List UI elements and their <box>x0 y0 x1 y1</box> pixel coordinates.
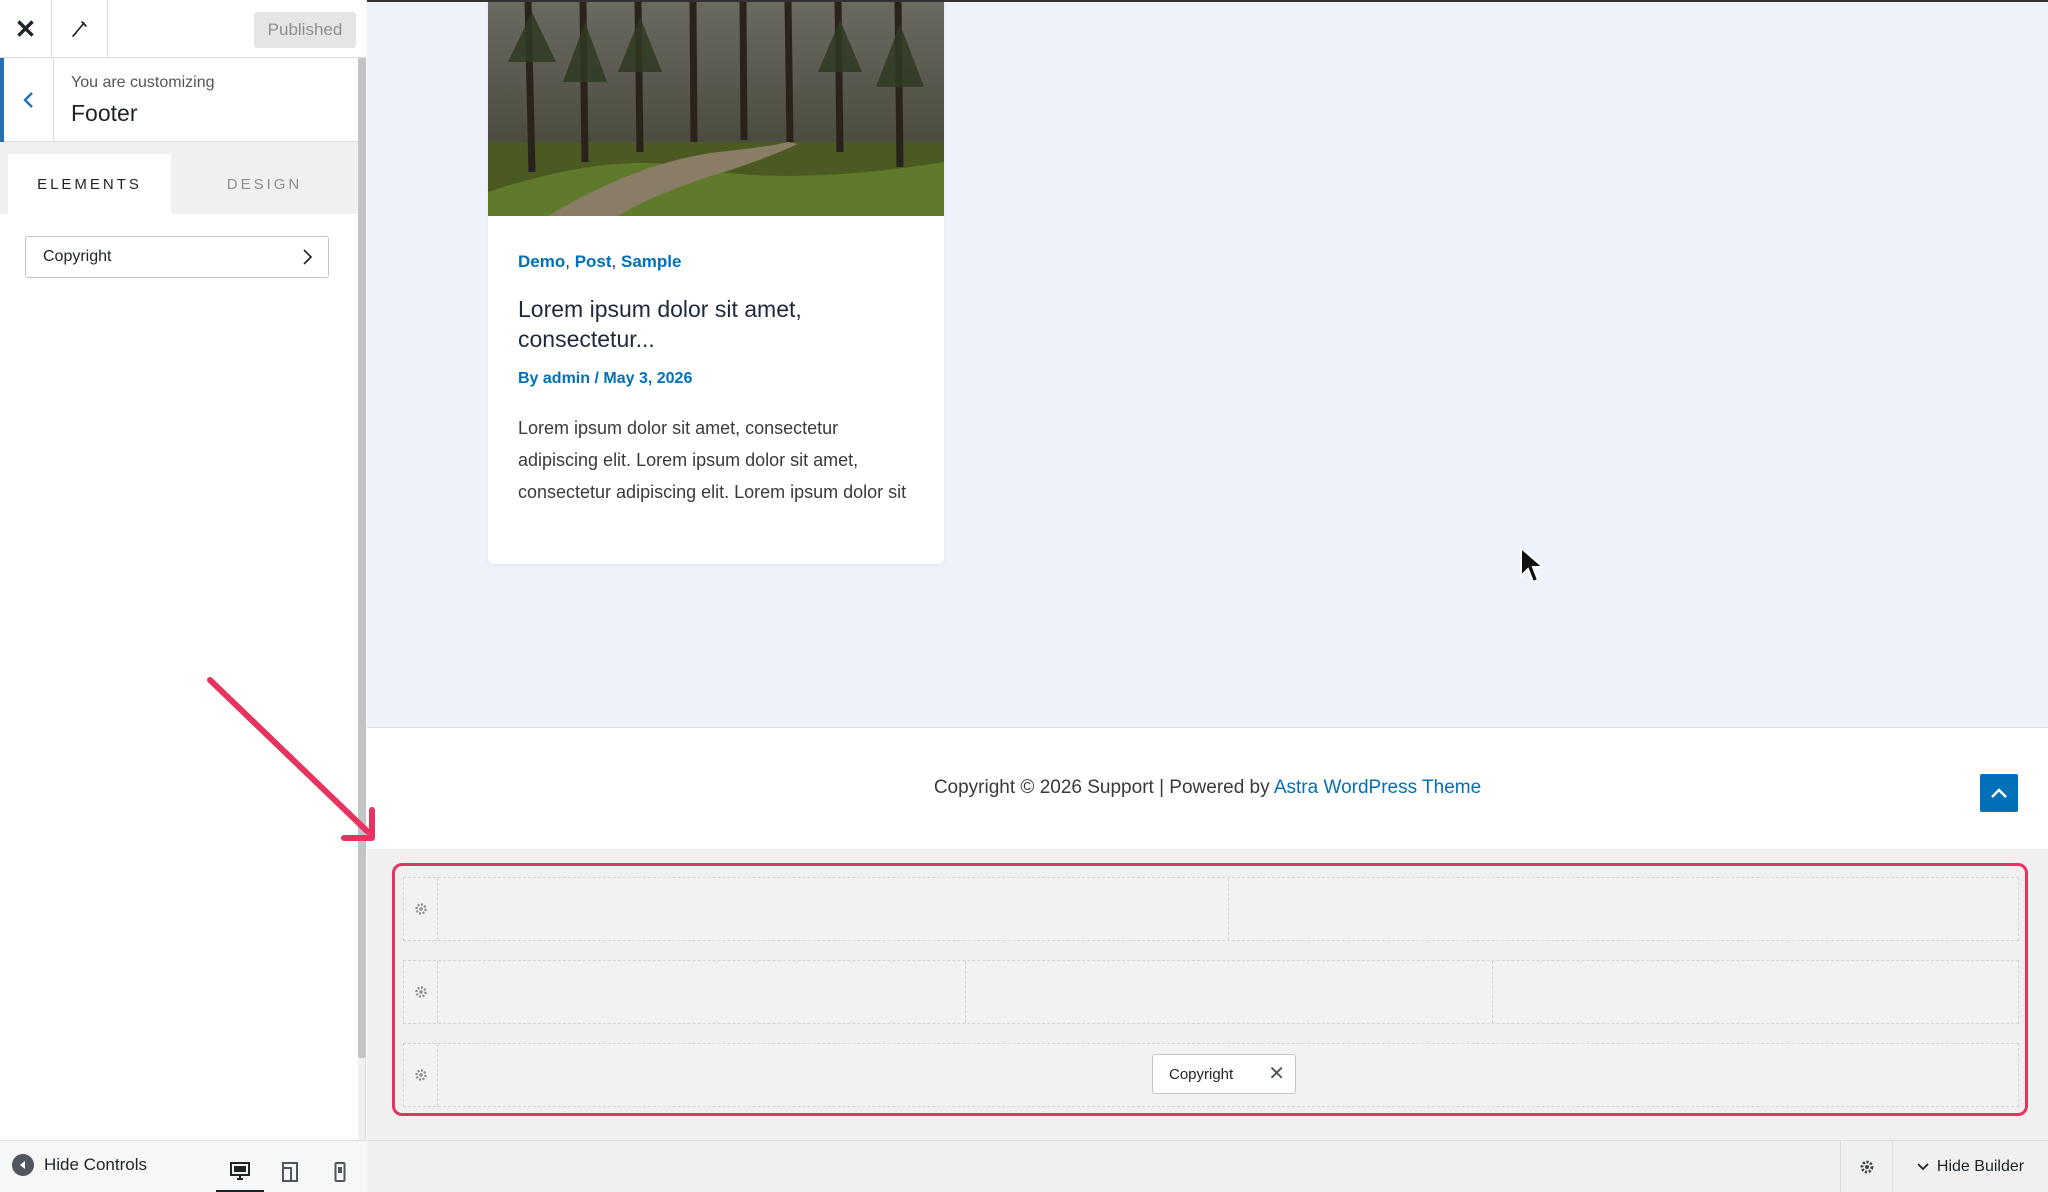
post-title[interactable]: Lorem ipsum dolor sit amet, consectetur.… <box>518 294 918 354</box>
desktop-preview-button[interactable] <box>216 1151 264 1192</box>
site-footer: Copyright © 2026 Support | Powered by As… <box>367 729 2048 850</box>
close-button[interactable]: ✕ <box>0 0 52 58</box>
site-preview: Demo, Post, Sample Lorem ipsum dolor sit… <box>367 0 2048 1192</box>
hide-builder-label: Hide Builder <box>1936 1158 2025 1175</box>
tablet-preview-button[interactable] <box>266 1151 314 1192</box>
copyright-chip[interactable]: Copyright ✕ <box>1152 1054 1296 1094</box>
back-button[interactable] <box>0 58 54 142</box>
footer-copyright: Copyright © 2026 Support | Powered by As… <box>367 777 2048 799</box>
customizing-header: You are customizing Footer <box>0 58 358 142</box>
author-link[interactable]: admin <box>543 370 590 387</box>
builder-row-above[interactable] <box>403 877 2019 941</box>
chevron-right-icon <box>303 249 313 265</box>
panel-tabs: ELEMENTS DESIGN <box>0 142 358 214</box>
collapse-icon <box>12 1154 34 1176</box>
content-area: Demo, Post, Sample Lorem ipsum dolor sit… <box>367 0 2048 728</box>
chevron-left-icon <box>22 92 33 108</box>
footer-builder: Copyright ✕ <box>392 863 2028 1116</box>
builder-column[interactable] <box>966 961 1493 1023</box>
chevron-down-icon <box>1917 1163 1929 1171</box>
published-button[interactable]: Published <box>254 12 356 48</box>
tablet-icon <box>282 1162 298 1182</box>
tab-elements[interactable]: ELEMENTS <box>8 154 171 214</box>
customizing-label: You are customizing <box>71 74 215 91</box>
mouse-cursor-icon <box>1520 546 1545 584</box>
row-settings-button[interactable] <box>404 961 438 1023</box>
gear-icon <box>1860 1160 1873 1174</box>
builder-settings-button[interactable] <box>1840 1141 1892 1192</box>
close-icon: ✕ <box>14 13 37 44</box>
hide-controls-label: Hide Controls <box>44 1155 147 1174</box>
gear-icon <box>414 903 427 915</box>
customizer-topbar: ✕ Published <box>0 0 366 58</box>
annotation-arrow <box>207 677 375 841</box>
brush-button[interactable] <box>52 0 108 58</box>
chevron-up-icon <box>1991 788 2007 798</box>
category-link[interactable]: Sample <box>621 252 681 271</box>
mobile-preview-button[interactable] <box>316 1151 364 1192</box>
builder-column[interactable] <box>438 878 1229 940</box>
brush-icon <box>71 21 87 37</box>
customizer-sidebar: ✕ Published You are customizing Footer E… <box>0 0 366 1192</box>
desktop-icon <box>230 1161 250 1180</box>
sidebar-scrollbar[interactable] <box>358 58 366 1058</box>
gear-icon <box>414 986 427 998</box>
builder-row-below[interactable]: Copyright ✕ <box>403 1043 2019 1107</box>
builder-footer-bar: Hide Builder <box>367 1140 2048 1192</box>
tab-design[interactable]: DESIGN <box>171 154 358 214</box>
remove-icon[interactable]: ✕ <box>1268 1061 1285 1086</box>
section-title: Footer <box>71 100 138 126</box>
sidebar-footer: Hide Controls <box>0 1140 366 1192</box>
copyright-text: Copyright © 2026 Support | Powered by <box>933 777 1270 798</box>
post-categories: Demo, Post, Sample <box>518 252 682 271</box>
row-settings-button[interactable] <box>404 1044 438 1106</box>
copyright-item[interactable]: Copyright <box>25 236 329 278</box>
post-card: Demo, Post, Sample Lorem ipsum dolor sit… <box>488 2 944 564</box>
post-excerpt: Lorem ipsum dolor sit amet, consectetur … <box>518 418 907 502</box>
gear-icon <box>414 1069 427 1081</box>
category-link[interactable]: Demo <box>518 252 565 271</box>
theme-link[interactable]: Astra WordPress Theme <box>1274 777 1481 798</box>
post-featured-image[interactable] <box>488 2 944 216</box>
builder-row-primary[interactable] <box>403 960 2019 1024</box>
builder-column[interactable] <box>438 961 966 1023</box>
copyright-item-label: Copyright <box>43 248 112 265</box>
hide-controls-button[interactable]: Hide Controls <box>12 1154 147 1176</box>
category-link[interactable]: Post <box>575 252 612 271</box>
copyright-chip-label: Copyright <box>1169 1065 1234 1083</box>
hide-builder-button[interactable]: Hide Builder <box>1892 1141 2048 1192</box>
mobile-icon <box>334 1162 346 1182</box>
scroll-to-top-button[interactable] <box>1980 774 2018 812</box>
row-settings-button[interactable] <box>404 878 438 940</box>
post-date[interactable]: May 3, 2026 <box>603 370 692 387</box>
post-meta: By admin / May 3, 2026 <box>518 370 693 387</box>
